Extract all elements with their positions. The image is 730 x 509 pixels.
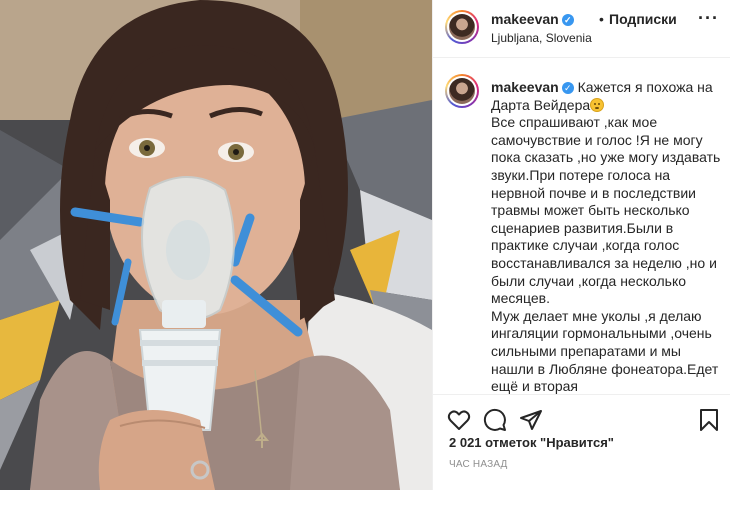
header-username-link[interactable]: makeevan ✓ (491, 11, 574, 27)
likes-count[interactable]: 2 021 отметок "Нравится" (449, 435, 614, 450)
bookmark-icon[interactable] (699, 408, 719, 432)
paper-plane-icon[interactable] (519, 408, 543, 432)
slightly-frowning-face-emoji-icon (590, 97, 605, 112)
location-link[interactable]: Ljubljana, Slovenia (491, 31, 592, 45)
more-options-icon[interactable]: ··· (698, 8, 719, 29)
caption-text: makeevan ✓ Кажется я похожа на Дарта Вейд… (491, 79, 723, 394)
instagram-post: makeevan ✓ • Подписки Ljubljana, Slovenia… (0, 0, 730, 509)
header-separator: • (599, 11, 604, 27)
caption-body: Все спрашивают ,как мое самочувствие и г… (491, 114, 721, 307)
comment-icon[interactable] (483, 408, 507, 432)
post-timestamp[interactable]: ЧАС НАЗАД (449, 459, 508, 470)
post-header: makeevan ✓ • Подписки Ljubljana, Slovenia… (433, 0, 730, 58)
selfie-with-nebulizer-mask-illustration (0, 0, 432, 490)
post-side-panel: makeevan ✓ • Подписки Ljubljana, Slovenia… (432, 0, 730, 490)
verified-badge-icon: ✓ (561, 14, 574, 26)
verified-badge-icon: ✓ (561, 82, 574, 94)
post-actions: 2 021 отметок "Нравится" ЧАС НАЗАД (433, 394, 730, 490)
avatar[interactable] (445, 10, 479, 44)
header-username[interactable]: makeevan (491, 11, 559, 27)
caption-avatar[interactable] (445, 74, 479, 108)
caption-body-2: Муж делает мне уколы ,я делаю ингаляции … (491, 307, 719, 394)
post-photo[interactable] (0, 0, 432, 490)
caption-username[interactable]: makeevan (491, 79, 559, 95)
heart-icon[interactable] (447, 408, 471, 432)
bottom-strip (0, 490, 730, 509)
following-button[interactable]: Подписки (609, 11, 677, 27)
post-caption: makeevan ✓ Кажется я похожа на Дарта Вейд… (433, 58, 730, 394)
